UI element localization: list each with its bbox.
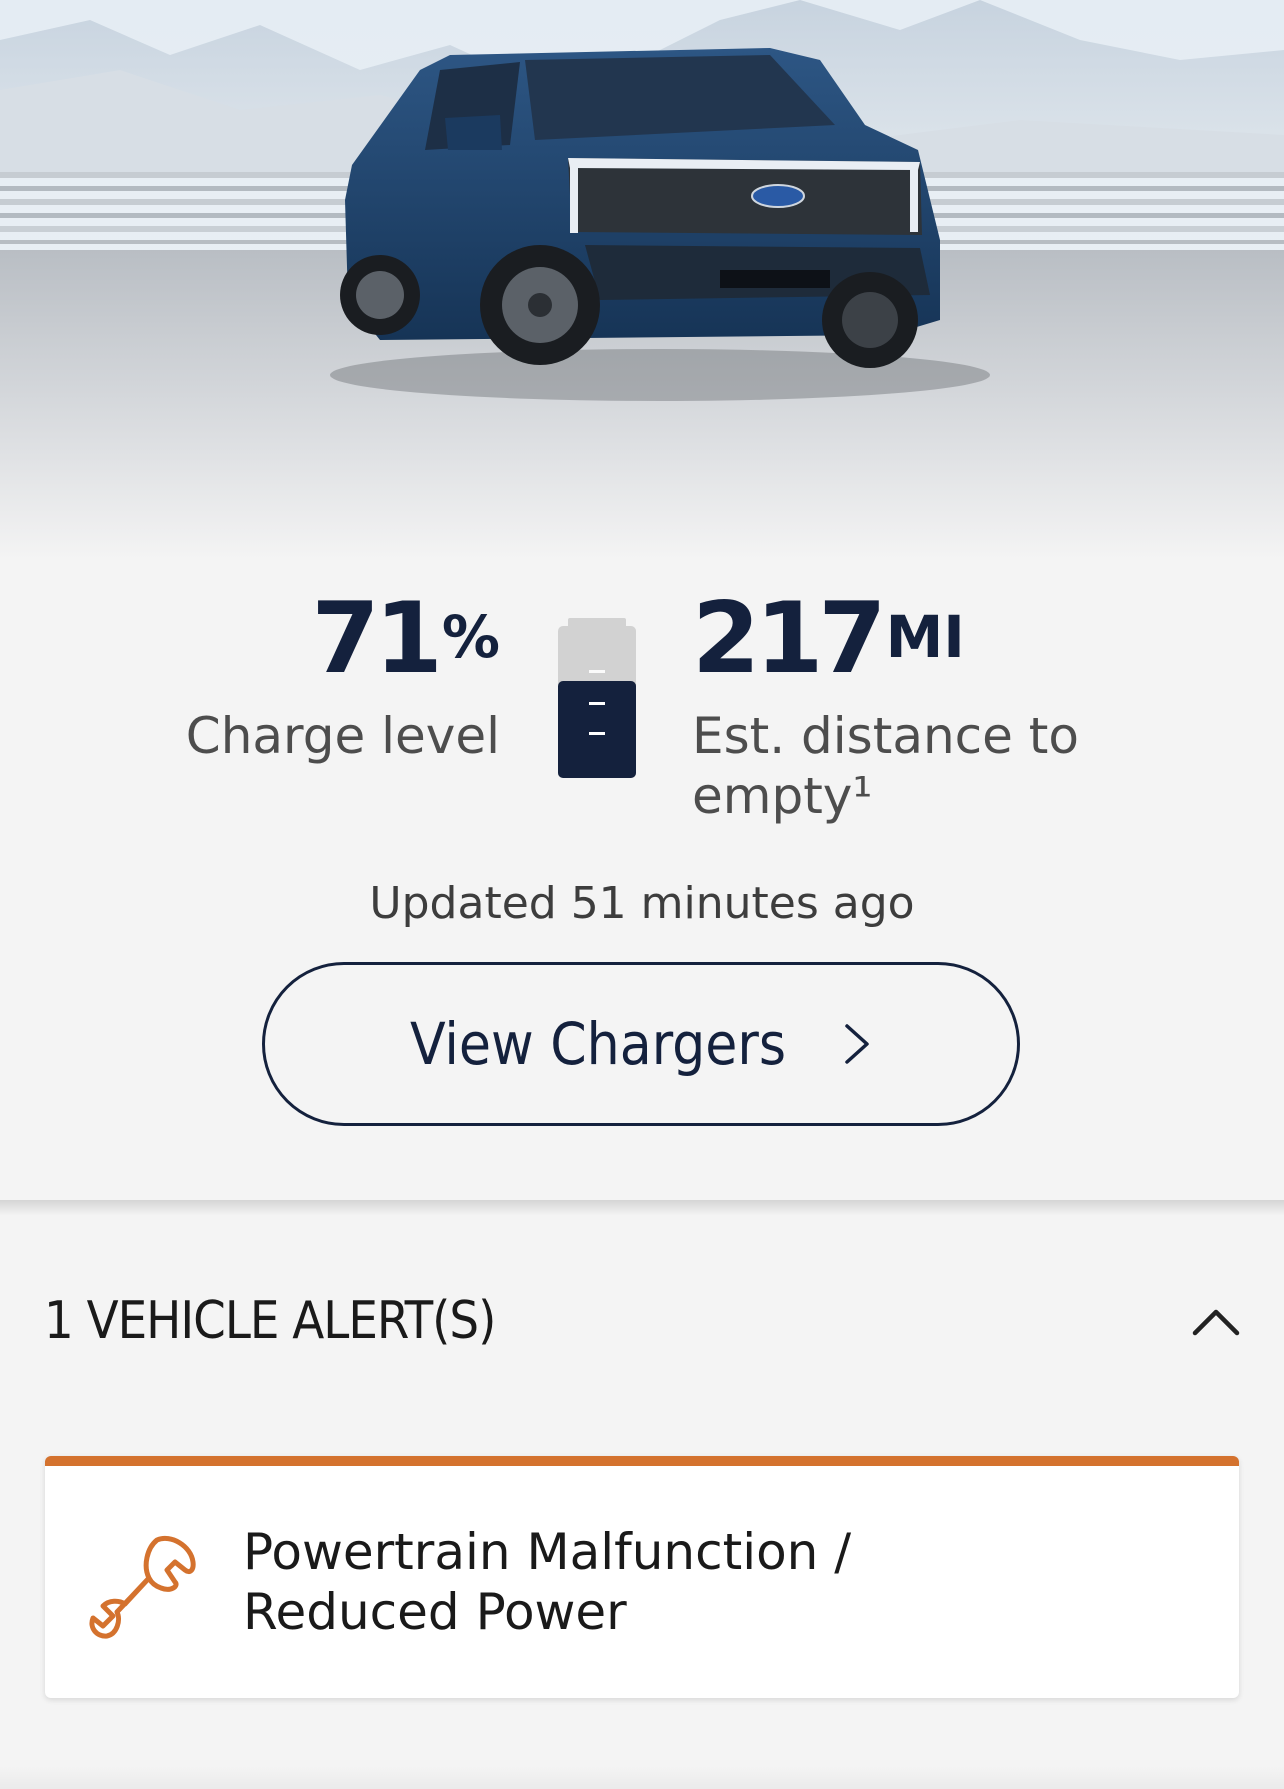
vehicle-alerts-header[interactable]: 1 VEHICLE ALERT(S): [0, 1286, 1284, 1356]
vehicle-hero-image: [0, 0, 1284, 560]
section-divider: [0, 1200, 1284, 1216]
range-label: Est. distance to empty¹: [692, 707, 1079, 825]
truck-illustration: [0, 0, 1284, 560]
view-chargers-label: View Chargers: [409, 1010, 787, 1078]
chevron-up-icon[interactable]: [1190, 1296, 1242, 1348]
alert-message: Powertrain Malfunction / Reduced Power: [243, 1523, 852, 1641]
range-block: 217MI Est. distance to empty¹: [692, 590, 1112, 826]
vehicle-status-summary: 71% Charge level 217MI Est. distance to …: [0, 590, 1284, 840]
battery-fill: [558, 681, 636, 778]
alert-card[interactable]: Powertrain Malfunction / Reduced Power: [45, 1456, 1239, 1698]
battery-icon: [558, 618, 636, 778]
view-chargers-button[interactable]: View Chargers: [262, 962, 1020, 1126]
charge-level-block: 71% Charge level: [186, 590, 500, 766]
range-unit: MI: [885, 603, 965, 671]
bottom-fade: [0, 1766, 1284, 1789]
last-updated-text: Updated 51 minutes ago: [369, 878, 915, 929]
charge-level-unit: %: [441, 603, 500, 671]
range-value: 217: [692, 582, 887, 696]
wrench-icon: [89, 1536, 196, 1639]
range-value-row: 217MI: [692, 590, 1112, 688]
charge-level-label: Charge level: [185, 707, 500, 765]
charge-level-value: 71: [311, 582, 442, 696]
chevron-right-icon: [845, 1024, 869, 1064]
vehicle-alerts-title: 1 VEHICLE ALERT(S): [44, 1291, 496, 1351]
charge-level-value-row: 71%: [186, 590, 500, 688]
